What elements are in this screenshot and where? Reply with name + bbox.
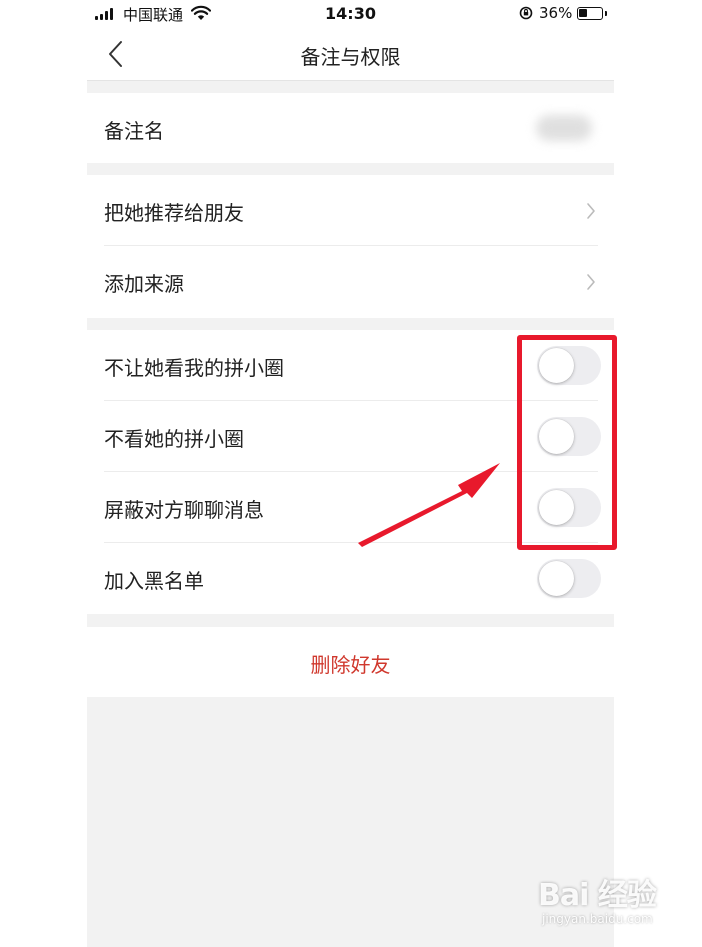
battery-percent: 36% [539, 4, 573, 22]
recommend-to-friend-row[interactable]: 把她推荐给朋友 [87, 175, 614, 246]
blacklist-label: 加入黑名单 [104, 569, 204, 593]
remark-value-blurred [536, 115, 592, 141]
chevron-right-icon [587, 274, 595, 290]
battery-icon [577, 7, 607, 20]
delete-card: 删除好友 [87, 627, 614, 697]
blacklist-toggle[interactable] [537, 559, 601, 598]
hide-my-circle-label: 不让她看我的拼小圈 [104, 356, 284, 380]
watermark-logo-text: Bai 经验 [538, 878, 657, 913]
screenshot-stage: 中国联通 14:30 36% 备注与权限 备注名 把她推荐给朋友 添加来源 不让… [0, 0, 702, 947]
remark-card: 备注名 [87, 93, 614, 163]
annotation-highlight-box [517, 335, 617, 550]
block-messages-label: 屏蔽对方聊聊消息 [104, 498, 264, 522]
status-bar: 中国联通 14:30 36% [87, 0, 614, 28]
watermark-url: jingyan.baidu.com [542, 912, 653, 926]
chevron-right-icon [587, 203, 595, 219]
page-title: 备注与权限 [300, 45, 401, 69]
baidu-jingyan-watermark: Bai 经验 jingyan.baidu.com [534, 868, 684, 928]
remark-row[interactable]: 备注名 [87, 93, 614, 164]
dont-see-her-circle-label: 不看她的拼小圈 [104, 427, 244, 451]
annotation-arrow-icon [358, 463, 500, 547]
toggle-knob [539, 561, 574, 596]
blacklist-row: 加入黑名单 [87, 543, 614, 614]
battery-fill [579, 9, 587, 17]
add-source-row[interactable]: 添加来源 [87, 246, 614, 317]
links-card: 把她推荐给朋友 添加来源 [87, 175, 614, 318]
add-source-label: 添加来源 [104, 272, 184, 296]
recommend-to-friend-label: 把她推荐给朋友 [104, 201, 244, 225]
rotation-lock-icon [519, 6, 533, 20]
nav-bar: 备注与权限 [87, 28, 614, 81]
status-time: 14:30 [325, 4, 376, 23]
remark-label: 备注名 [104, 119, 164, 143]
delete-friend-button[interactable]: 删除好友 [87, 627, 614, 697]
